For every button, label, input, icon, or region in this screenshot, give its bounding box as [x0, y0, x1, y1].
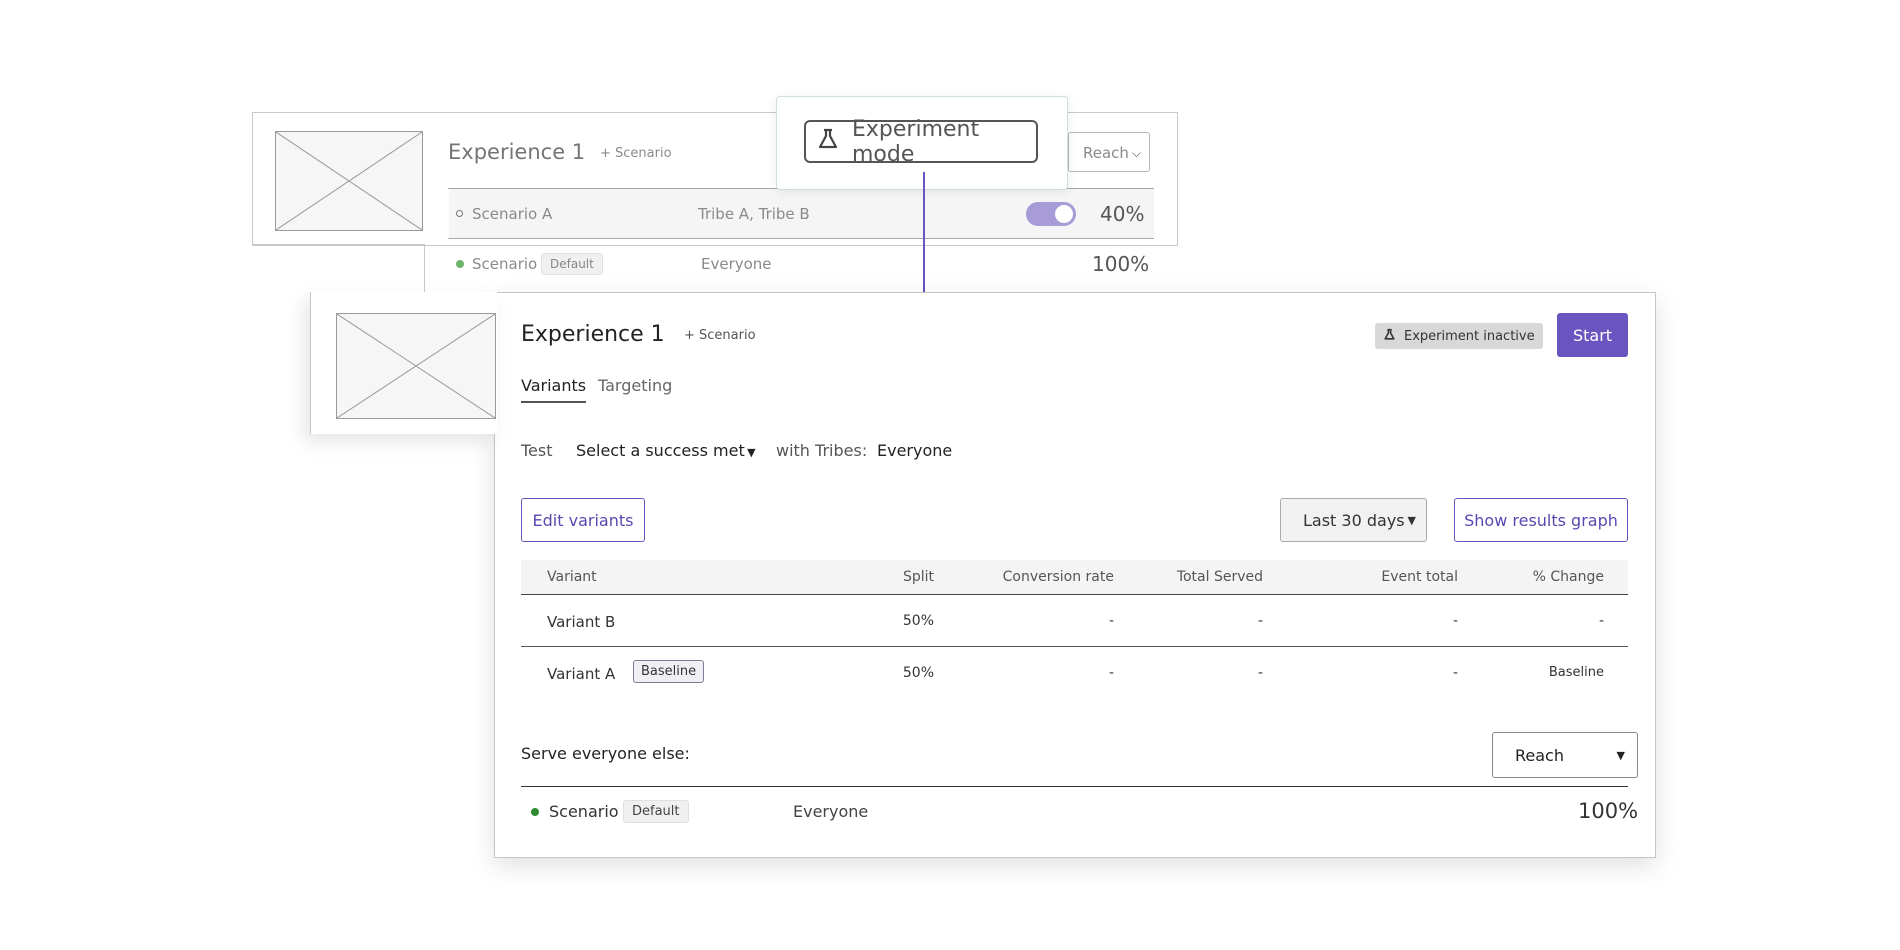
variant-name: Variant A [547, 665, 616, 683]
serve-everyone-else-label: Serve everyone else: [521, 744, 690, 763]
success-metric-select[interactable]: Select a success metric ▼ [576, 441, 756, 460]
event-total-value: - [1452, 665, 1458, 681]
serve-reach-value: Reach [1515, 745, 1564, 765]
column-header: Total Served [1176, 569, 1263, 585]
percent-change-value: Baseline [1548, 665, 1604, 680]
column-header: Variant [547, 569, 597, 585]
chevron-down-icon: ▼ [747, 446, 756, 459]
experience-title: Experience 1 [521, 322, 665, 347]
column-header: Event total [1381, 569, 1458, 585]
status-badge-label: Experiment inactive [1404, 328, 1535, 344]
image-placeholder [336, 313, 496, 419]
start-button[interactable]: Start [1557, 313, 1628, 357]
chevron-down-icon: ▼ [1616, 748, 1625, 762]
status-badge: Experiment inactive [1375, 323, 1543, 349]
with-tribes-label: with Tribes: [776, 441, 868, 460]
flask-icon [1383, 328, 1396, 345]
baseline-badge: Baseline [633, 660, 705, 683]
variant-name: Variant B [547, 613, 616, 631]
column-header: Split [902, 569, 934, 585]
variants-table-header: Variant Split Conversion rate Total Serv… [521, 560, 1628, 595]
add-scenario-link[interactable]: + Scenario [684, 328, 756, 343]
edit-variants-button[interactable]: Edit variants [521, 498, 645, 542]
conversion-rate-value: - [1108, 665, 1114, 681]
scenario-tribes: Everyone [793, 802, 869, 821]
percent-change-value: - [1598, 613, 1604, 629]
total-served-value: - [1257, 613, 1263, 629]
show-results-graph-button[interactable]: Show results graph [1454, 498, 1628, 542]
column-header: % Change [1532, 569, 1604, 585]
split-value: 50% [902, 665, 934, 681]
success-metric-value: Select a success metric [576, 441, 746, 460]
table-row: Variant A Baseline 50% - - - Baseline [521, 648, 1628, 700]
test-label: Test [521, 441, 553, 460]
split-value: 50% [902, 613, 934, 629]
table-row: Variant B 50% - - - - [521, 598, 1628, 646]
chevron-down-icon: ▼ [1407, 513, 1416, 527]
serve-reach-select[interactable]: Reach ▼ [1492, 732, 1638, 778]
tribes-value: Everyone [877, 441, 953, 460]
tab-targeting[interactable]: Targeting [598, 376, 672, 395]
date-range-select[interactable]: Last 30 days ▼ [1280, 498, 1427, 542]
active-dot-icon [531, 808, 539, 816]
default-badge: Default [623, 800, 689, 823]
divider [521, 786, 1628, 787]
total-served-value: - [1257, 665, 1263, 681]
event-total-value: - [1452, 613, 1458, 629]
scenario-percent: 100% [1578, 799, 1639, 823]
conversion-rate-value: - [1108, 613, 1114, 629]
divider [521, 646, 1628, 647]
scenario-name: Scenario [549, 802, 619, 821]
column-header: Conversion rate [1002, 569, 1114, 585]
tab-variants[interactable]: Variants [521, 376, 587, 403]
date-range-value: Last 30 days [1303, 510, 1405, 530]
